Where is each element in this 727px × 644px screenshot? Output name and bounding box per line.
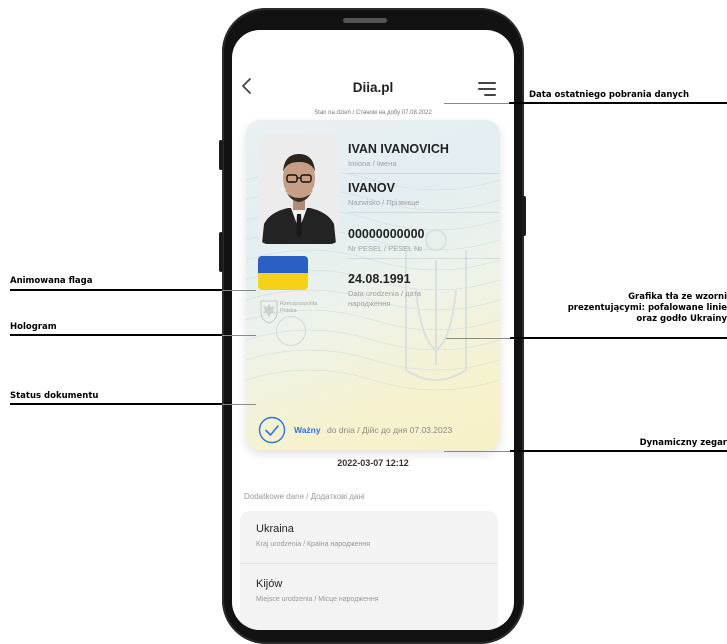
annotation-animated-flag: Animowana flaga: [10, 276, 93, 286]
annotation-dynamic-clock: Dynamiczny zegar: [639, 438, 727, 448]
annotation-background-graphic: Grafika tła ze wzorni prezentującymi: po…: [567, 292, 727, 324]
annotation-line: [10, 334, 222, 336]
annotation-line: [222, 404, 256, 405]
document-status: Ważny do dnia / Дійс до дня 07.03.2023: [258, 416, 494, 444]
birth-place-label: Miejsce urodzenia / Місце народження: [256, 596, 379, 603]
status-valid-until-text: do dnia / Дійс до дня 07.03.2023: [327, 425, 453, 435]
portrait-photo: [258, 134, 340, 244]
birth-date-value: 24.08.1991: [348, 272, 411, 286]
annotation-line: [446, 338, 510, 339]
surname-value: IVANOV: [348, 181, 395, 195]
annotation-document-status: Status dokumentu: [10, 391, 99, 401]
dynamic-clock: 2022-03-07 12:12: [337, 458, 409, 468]
pesel-value: 00000000000: [348, 227, 425, 241]
additional-data-title: Dodatkowe dane / Додаткові дані: [244, 492, 365, 501]
birth-date-label: Data urodzenia / дата народження: [348, 289, 422, 308]
phone-side-button-left-2: [219, 232, 223, 272]
annotation-line: [510, 450, 727, 452]
animated-ukraine-flag: [258, 256, 308, 290]
pesel-label: Nr PESEL / PESEL №: [348, 244, 423, 253]
annotation-hologram: Hologram: [10, 322, 57, 332]
check-circle-icon: [258, 416, 286, 444]
field-divider: [348, 258, 500, 259]
app-screen: Diia.pl Stan na dzień / Станом на добу 0…: [232, 30, 514, 630]
list-divider: [240, 563, 498, 564]
app-title: Diia.pl: [352, 80, 394, 95]
annotation-line: [509, 102, 727, 104]
annotation-line: [444, 103, 509, 104]
annotation-line: [510, 337, 727, 339]
birth-place-value: Kijów: [256, 578, 283, 590]
rzeczpospolita-polska-text: Rzeczpospolita Polska: [280, 301, 318, 314]
field-divider: [348, 173, 500, 174]
additional-data-list: Ukraina Kraj urodzenia / Країна народжен…: [240, 511, 498, 630]
phone-speaker: [343, 18, 387, 23]
surname-label: Nazwisko / Прізвище: [348, 198, 420, 207]
last-download-date: Stan na dzień / Станом на добу 07.08.202…: [314, 110, 432, 116]
annotation-line: [10, 289, 222, 291]
annotation-last-download: Data ostatniego pobrania danych: [529, 90, 690, 100]
annotation-line: [222, 335, 256, 336]
given-names-label: Imiona / Імена: [348, 159, 397, 168]
id-card[interactable]: Rzeczpospolita Polska IVAN IVANOVICH Imi…: [246, 120, 500, 450]
annotation-line: [10, 403, 222, 405]
phone-side-button-right: [522, 196, 526, 236]
birth-country-label: Kraj urodzenia / Країна народження: [256, 541, 371, 548]
phone-side-button-left-1: [219, 140, 223, 170]
given-names-value: IVAN IVANOVICH: [348, 142, 449, 156]
annotation-line: [222, 290, 256, 291]
hamburger-menu-icon[interactable]: [478, 82, 496, 96]
status-valid-word: Ważny: [294, 425, 321, 435]
birth-country-value: Ukraina: [256, 523, 294, 535]
hologram: [276, 316, 306, 346]
field-divider: [348, 212, 500, 213]
annotation-line: [444, 451, 510, 452]
polish-eagle-emblem-icon: [260, 300, 278, 324]
